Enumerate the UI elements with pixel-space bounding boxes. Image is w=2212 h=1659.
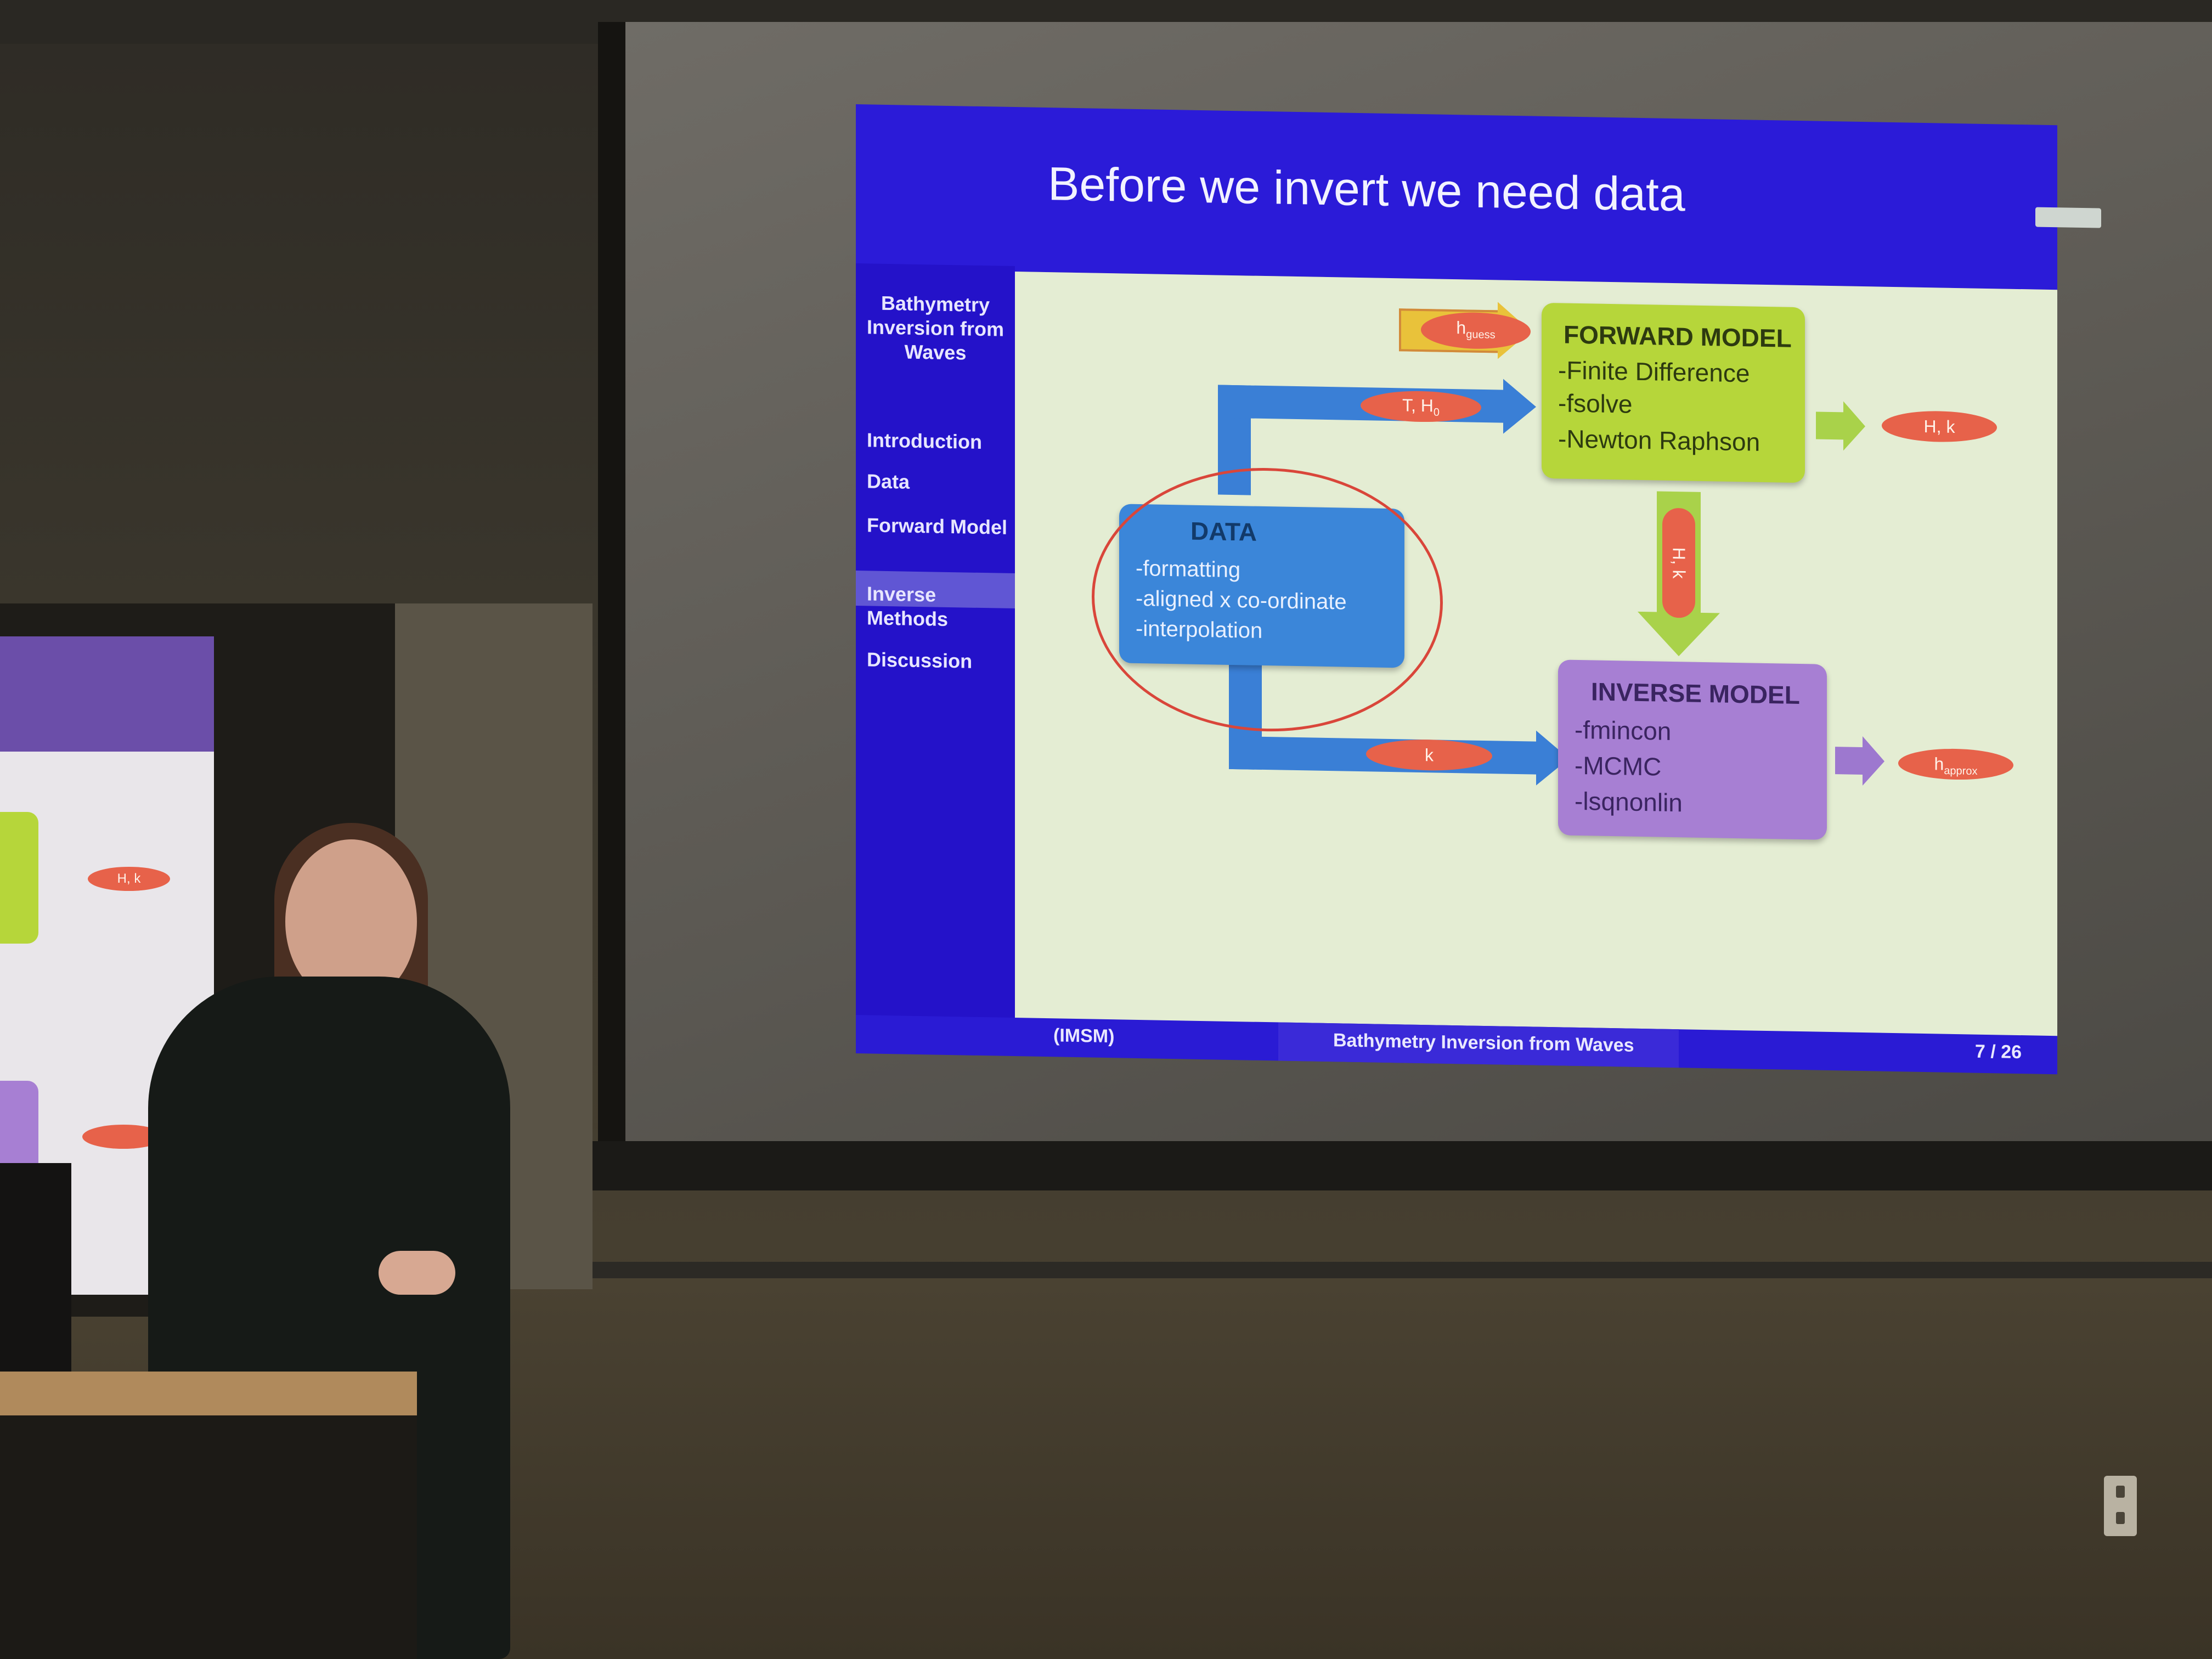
inverse-model-line: -MCMC [1575, 751, 1662, 781]
sidebar-title: Bathymetry Inversion from Waves [866, 291, 1005, 364]
inverse-model-line: -lsqnonlin [1575, 786, 1683, 817]
data-highlight-ellipse [1092, 465, 1443, 735]
inverse-model-title: INVERSE MODEL [1591, 677, 1800, 710]
h-approx-label: happrox [1898, 748, 2013, 781]
laptop [0, 1163, 71, 1393]
arrow-head [1863, 736, 1884, 786]
hk-down-label: H, k [1662, 507, 1695, 618]
nav-forward-model[interactable]: Forward Model [867, 513, 1009, 540]
inverse-output-arrow [1835, 747, 1863, 775]
nav-introduction[interactable]: Introduction [867, 428, 1009, 455]
secondary-display-header [0, 636, 214, 752]
secondary-hk-label: H, k [88, 867, 170, 891]
arrow-head [1843, 401, 1865, 452]
inverse-model-box: INVERSE MODEL -fmincon -MCMC -lsqnonlin [1558, 659, 1827, 840]
podium-top [0, 1372, 417, 1415]
forward-output-arrow [1816, 411, 1843, 440]
footer-page-number: 7 / 26 [1975, 1041, 2022, 1063]
arrow-head [1638, 611, 1720, 657]
slide-content: hguess T, H0 DATA -formatting -aligned x… [1015, 272, 2057, 1047]
presentation-slide: Before we invert we need data Bathymetry… [856, 104, 2101, 1080]
forward-model-line: -Newton Raphson [1558, 424, 1760, 456]
hk-output-label: H, k [1882, 410, 1997, 443]
inverse-model-line: -fmincon [1575, 715, 1672, 746]
power-outlet [2104, 1476, 2137, 1536]
slide-sidebar [856, 263, 1015, 1024]
secondary-forward-box [0, 812, 38, 944]
slide-title: Before we invert we need data [1048, 157, 1685, 222]
arrow-head [1503, 379, 1536, 435]
forward-model-line: -Finite Difference [1558, 356, 1750, 388]
nav-discussion[interactable]: Discussion [867, 647, 1009, 674]
logo [2035, 207, 2101, 228]
presenter-hand [379, 1251, 455, 1295]
forward-model-box: FORWARD MODEL -Finite Difference -fsolve… [1542, 302, 1805, 483]
nav-data[interactable]: Data [867, 469, 1009, 496]
secondary-inverse-box [0, 1081, 38, 1174]
forward-model-line: -fsolve [1558, 388, 1633, 419]
forward-model-title: FORWARD MODEL [1564, 320, 1792, 353]
screen-bottom-bar [510, 1141, 2212, 1190]
footer-left: (IMSM) [1053, 1025, 1115, 1047]
nav-inverse-methods[interactable]: Inverse Methods [867, 582, 1009, 633]
